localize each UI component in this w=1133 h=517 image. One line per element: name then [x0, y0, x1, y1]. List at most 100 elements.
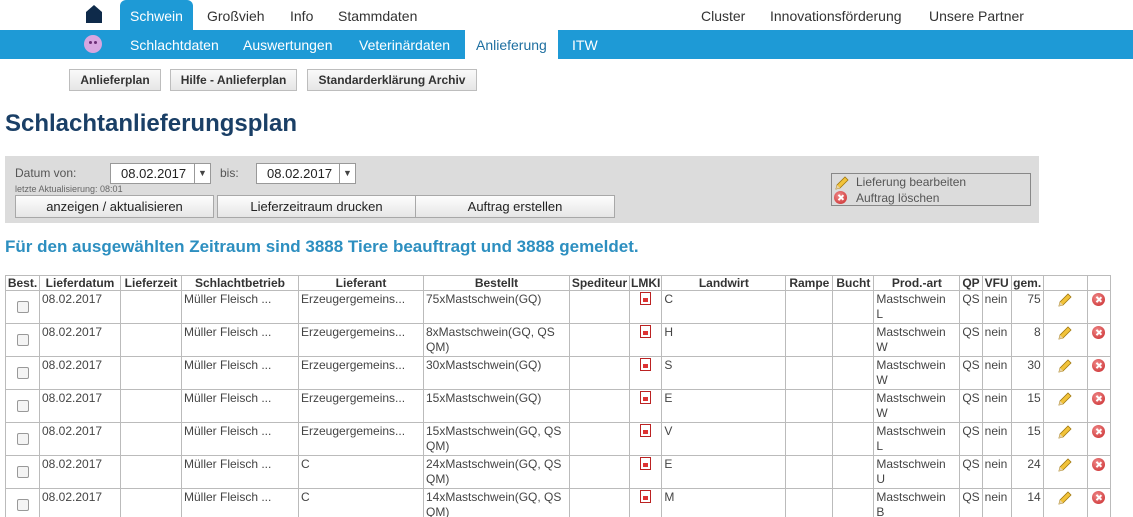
delivery-time-cell — [120, 422, 182, 456]
select-checkbox[interactable] — [16, 466, 29, 478]
slaughterhouse-cell: Müller Fleisch ... — [181, 488, 299, 517]
product-type-value: Mastschwein — [876, 424, 946, 438]
select-checkbox[interactable] — [16, 367, 29, 379]
product-id-value: U — [876, 472, 885, 486]
lmki-cell — [628, 422, 663, 456]
legend-box: Lieferung bearbeiten Auftrag löschen — [831, 173, 1031, 206]
select-checkbox[interactable] — [16, 433, 29, 445]
column-header: Bucht — [832, 275, 875, 291]
product-type-value: Mastschwein — [876, 358, 946, 372]
pencil-icon[interactable] — [1057, 292, 1073, 308]
qp-cell: QS — [959, 422, 983, 456]
reported-count-cell: 30 — [1010, 356, 1044, 390]
standarderklaerung-archiv-button[interactable]: Standarderklärung Archiv — [307, 69, 477, 91]
topnav-item-innovationsfoerderung[interactable]: Innovationsförderung — [770, 0, 902, 30]
vfu-cell: nein — [981, 356, 1012, 390]
smiley-icon — [84, 35, 102, 53]
pdf-icon[interactable] — [640, 490, 652, 503]
qp-cell: QS — [959, 323, 983, 357]
topnav-item-grossvieh[interactable]: Großvieh — [207, 0, 265, 30]
date-from-label: Datum von: — [15, 166, 77, 180]
slaughterhouse-cell: Müller Fleisch ... — [181, 356, 299, 390]
table-row: 08.02.2017 Müller Fleisch ... C 14xMastschw… — [5, 488, 1111, 517]
pencil-icon[interactable] — [1057, 325, 1073, 341]
pencil-icon[interactable] — [1057, 424, 1073, 440]
ramp-cell — [785, 455, 834, 489]
anlieferplan-button[interactable]: Anlieferplan — [69, 69, 161, 91]
column-header: Lieferzeit — [120, 275, 182, 291]
show-refresh-button[interactable]: anzeigen / aktualisieren — [15, 195, 214, 218]
product-type-cell: Mastschwein U — [873, 455, 961, 489]
carrier-cell — [569, 422, 630, 456]
farmer-cell: H — [661, 323, 787, 357]
product-id-value: B — [876, 505, 885, 517]
pencil-icon[interactable] — [1057, 490, 1073, 506]
pdf-icon[interactable] — [640, 358, 652, 371]
delete-icon[interactable] — [1092, 293, 1106, 306]
subnav-item-itw[interactable]: ITW — [572, 30, 598, 59]
ramp-cell — [785, 488, 834, 517]
delivery-time-cell — [120, 488, 182, 517]
vfu-cell: nein — [981, 389, 1012, 423]
farmer-cell: E — [661, 389, 787, 423]
delete-icon[interactable] — [1092, 359, 1106, 372]
product-type-value: Mastschwein — [876, 325, 946, 339]
sub-navigation: Schlachtdaten Auswertungen Veterinärdate… — [0, 25, 1133, 59]
chevron-down-icon[interactable]: ▼ — [194, 164, 210, 183]
delete-icon[interactable] — [1092, 326, 1106, 339]
column-header: Landwirt — [661, 275, 787, 291]
select-cell — [5, 488, 40, 517]
date-to-value: 08.02.2017 — [267, 166, 333, 181]
delete-icon[interactable] — [1092, 425, 1106, 438]
subnav-item-veterinaerdaten[interactable]: Veterinärdaten — [359, 30, 450, 59]
farmer-cell: V — [661, 422, 787, 456]
select-checkbox[interactable] — [16, 400, 29, 412]
column-header: LMKI — [628, 275, 663, 291]
ordered-cell: 75xMastschwein(GQ) — [423, 290, 570, 324]
reported-count-cell: 75 — [1010, 290, 1044, 324]
product-type-value: Mastschwein — [876, 490, 946, 504]
date-to-select[interactable]: 08.02.2017 ▼ — [256, 163, 356, 184]
column-header: Lieferdatum — [39, 275, 121, 291]
ramp-cell — [785, 356, 834, 390]
home-icon[interactable] — [86, 5, 102, 23]
farmer-cell: C — [661, 290, 787, 324]
pdf-icon[interactable] — [640, 457, 652, 470]
subnav-item-schlachtdaten[interactable]: Schlachtdaten — [130, 30, 219, 59]
delete-icon[interactable] — [1092, 491, 1106, 504]
select-checkbox[interactable] — [16, 499, 29, 511]
delete-cell — [1086, 422, 1111, 456]
topnav-item-stammdaten[interactable]: Stammdaten — [338, 0, 417, 30]
topnav-item-cluster[interactable]: Cluster — [701, 0, 745, 30]
select-checkbox[interactable] — [16, 301, 29, 313]
delete-icon[interactable] — [1092, 392, 1106, 405]
pencil-icon[interactable] — [1057, 391, 1073, 407]
hilfe-anlieferplan-button[interactable]: Hilfe - Anlieferplan — [170, 69, 297, 91]
subnav-item-auswertungen[interactable]: Auswertungen — [243, 30, 333, 59]
subnav-item-anlieferung[interactable]: Anlieferung — [465, 25, 558, 59]
pdf-icon[interactable] — [640, 292, 652, 305]
filter-panel: Datum von: 08.02.2017 ▼ bis: 08.02.2017 … — [5, 156, 1039, 223]
delivery-time-cell — [120, 455, 182, 489]
select-cell — [5, 455, 40, 489]
pdf-icon[interactable] — [640, 325, 652, 338]
pdf-icon[interactable] — [640, 424, 652, 437]
chevron-down-icon[interactable]: ▼ — [339, 164, 355, 183]
legend-delete-label: Auftrag löschen — [856, 191, 940, 205]
pencil-icon[interactable] — [1057, 457, 1073, 473]
print-period-button[interactable]: Lieferzeitraum drucken — [217, 195, 416, 218]
topnav-item-info[interactable]: Info — [290, 0, 313, 30]
topnav-item-schwein[interactable]: Schwein — [120, 0, 193, 30]
delete-icon — [834, 191, 847, 204]
create-order-button[interactable]: Auftrag erstellen — [415, 195, 615, 218]
select-checkbox[interactable] — [16, 334, 29, 346]
column-header: Bestellt — [423, 275, 570, 291]
date-from-select[interactable]: 08.02.2017 ▼ — [110, 163, 211, 184]
carrier-cell — [569, 290, 630, 324]
pdf-icon[interactable] — [640, 391, 652, 404]
topnav-item-partner[interactable]: Unsere Partner — [929, 0, 1024, 30]
pencil-icon[interactable] — [1057, 358, 1073, 374]
pen-cell — [832, 356, 875, 390]
legend-delete: Auftrag löschen — [834, 191, 939, 207]
delete-icon[interactable] — [1092, 458, 1106, 471]
